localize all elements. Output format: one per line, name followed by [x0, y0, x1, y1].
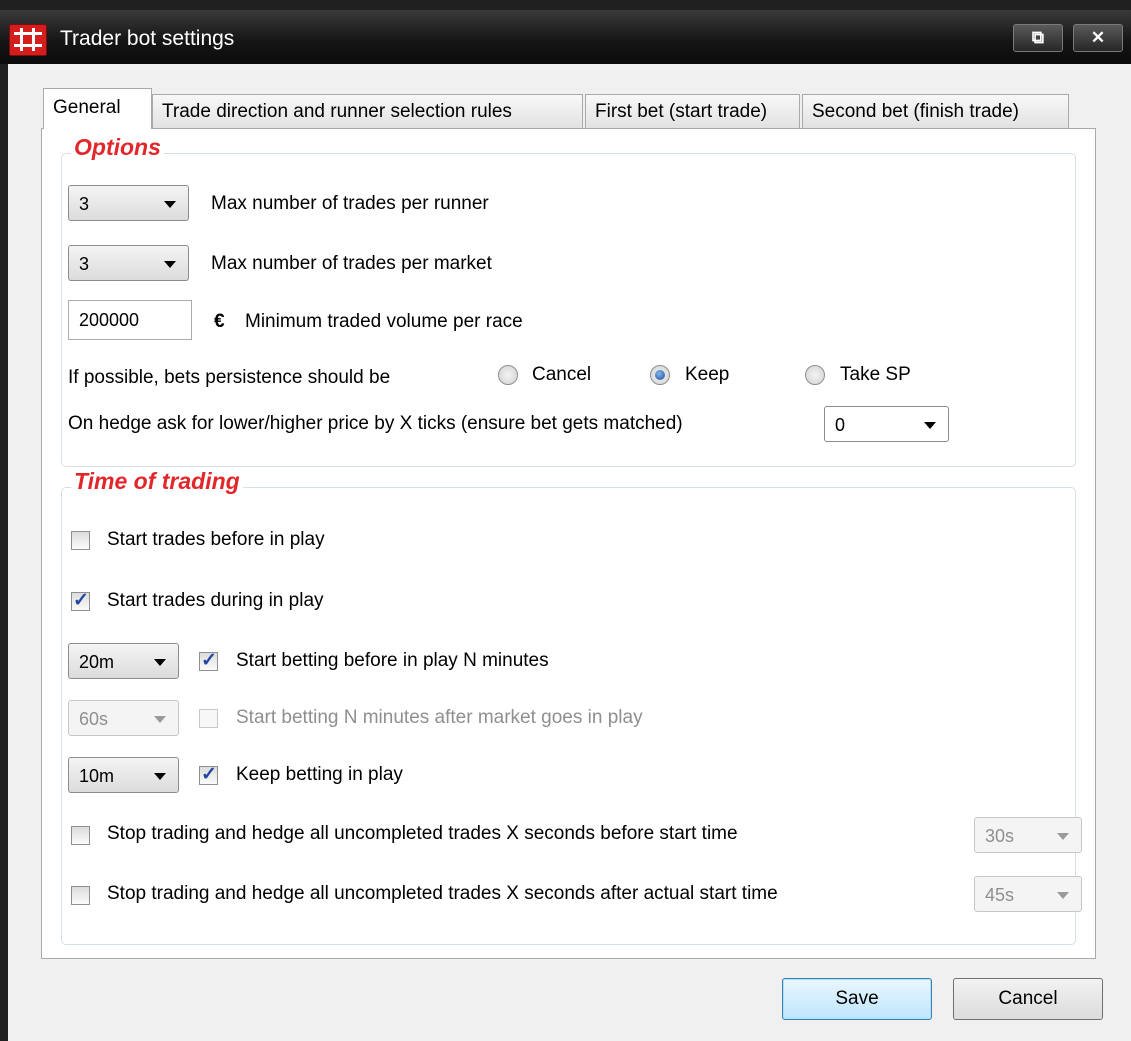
- max-trades-runner-select[interactable]: 3: [68, 185, 189, 221]
- start-during-inplay-checkbox[interactable]: ✓: [71, 590, 90, 611]
- general-tab-panel: Options 3 Max number of trades per runne…: [41, 128, 1096, 959]
- radio-selected-dot: [655, 370, 665, 380]
- chevron-down-icon: [924, 422, 936, 429]
- start-before-minutes-select[interactable]: 20m: [68, 643, 179, 679]
- time-of-trading-group: Time of trading Start trades before in p…: [61, 468, 1082, 945]
- save-button[interactable]: Save: [782, 978, 932, 1020]
- start-betting-after-checkbox[interactable]: [199, 709, 218, 728]
- app-logo-icon: [9, 24, 47, 56]
- tab-first-bet[interactable]: First bet (start trade): [585, 94, 800, 128]
- max-trades-runner-label: Max number of trades per runner: [211, 193, 489, 214]
- currency-symbol: €: [214, 311, 225, 332]
- start-before-inplay-label[interactable]: Start trades before in play: [107, 529, 325, 551]
- start-betting-before-label[interactable]: Start betting before in play N minutes: [236, 650, 549, 672]
- window-title: Trader bot settings: [60, 27, 235, 50]
- start-betting-before-checkbox[interactable]: ✓: [199, 650, 218, 671]
- close-icon: ✕: [1090, 28, 1106, 47]
- chevron-down-icon: [1057, 892, 1069, 899]
- restore-icon: ⧉: [1031, 28, 1045, 47]
- min-volume-label: Minimum traded volume per race: [245, 311, 523, 332]
- chevron-down-icon: [154, 773, 166, 780]
- hedge-ticks-select[interactable]: 0: [824, 406, 949, 442]
- start-after-seconds-value: 60s: [79, 709, 109, 729]
- checkmark-icon: ✓: [201, 764, 217, 785]
- start-during-inplay-label[interactable]: Start trades during in play: [107, 590, 324, 612]
- time-of-trading-title: Time of trading: [71, 468, 243, 495]
- tab-general[interactable]: General: [43, 88, 152, 129]
- options-group-title: Options: [71, 134, 164, 161]
- keep-betting-select[interactable]: 10m: [68, 757, 179, 793]
- persistence-keep-radio[interactable]: [650, 365, 670, 385]
- persistence-label: If possible, bets persistence should be: [68, 367, 391, 388]
- chevron-down-icon: [154, 659, 166, 666]
- options-group: Options 3 Max number of trades per runne…: [61, 134, 1076, 467]
- tab-second-bet[interactable]: Second bet (finish trade): [802, 94, 1069, 128]
- stop-before-seconds-select[interactable]: 30s: [974, 817, 1082, 853]
- stop-after-seconds-value: 45s: [985, 885, 1015, 905]
- persistence-keep-label[interactable]: Keep: [685, 364, 729, 386]
- min-volume-field[interactable]: [69, 301, 191, 339]
- max-trades-market-value: 3: [79, 254, 90, 274]
- min-volume-input[interactable]: [68, 300, 192, 340]
- keep-betting-checkbox[interactable]: ✓: [199, 764, 218, 785]
- stop-after-checkbox[interactable]: [71, 886, 90, 905]
- restore-window-button[interactable]: ⧉: [1013, 24, 1063, 52]
- title-bar[interactable]: Trader bot settings ⧉ ✕: [0, 10, 1131, 64]
- max-trades-market-label: Max number of trades per market: [211, 253, 492, 274]
- chevron-down-icon: [1057, 833, 1069, 840]
- stop-after-seconds-select[interactable]: 45s: [974, 876, 1082, 912]
- start-betting-after-label[interactable]: Start betting N minutes after market goe…: [236, 707, 643, 729]
- checkmark-icon: ✓: [73, 590, 89, 611]
- cancel-button[interactable]: Cancel: [953, 978, 1103, 1020]
- stop-after-label[interactable]: Stop trading and hedge all uncompleted t…: [107, 883, 778, 905]
- close-window-button[interactable]: ✕: [1073, 24, 1123, 52]
- hedge-ticks-value: 0: [835, 415, 846, 435]
- start-after-seconds-select[interactable]: 60s: [68, 700, 179, 736]
- dialog-window: Trader bot settings ⧉ ✕ General Trade di…: [0, 0, 1131, 1041]
- persistence-takesp-label[interactable]: Take SP: [840, 364, 911, 386]
- tab-trade-direction[interactable]: Trade direction and runner selection rul…: [152, 94, 583, 128]
- persistence-cancel-radio[interactable]: [498, 365, 518, 385]
- persistence-cancel-label[interactable]: Cancel: [532, 364, 591, 386]
- chevron-down-icon: [154, 716, 166, 723]
- stop-before-checkbox[interactable]: [71, 826, 90, 845]
- start-before-inplay-checkbox[interactable]: [71, 531, 90, 550]
- max-trades-market-select[interactable]: 3: [68, 245, 189, 281]
- hedge-ticks-label: On hedge ask for lower/higher price by X…: [68, 413, 683, 434]
- keep-betting-label[interactable]: Keep betting in play: [236, 764, 403, 786]
- max-trades-runner-value: 3: [79, 194, 90, 214]
- stop-before-seconds-value: 30s: [985, 826, 1015, 846]
- stop-before-label[interactable]: Stop trading and hedge all uncompleted t…: [107, 823, 738, 845]
- start-before-minutes-value: 20m: [79, 652, 115, 672]
- checkmark-icon: ✓: [201, 650, 217, 671]
- chevron-down-icon: [164, 201, 176, 208]
- chevron-down-icon: [164, 261, 176, 268]
- persistence-takesp-radio[interactable]: [805, 365, 825, 385]
- keep-betting-value: 10m: [79, 766, 115, 786]
- dialog-client-area: General Trade direction and runner selec…: [8, 64, 1131, 1041]
